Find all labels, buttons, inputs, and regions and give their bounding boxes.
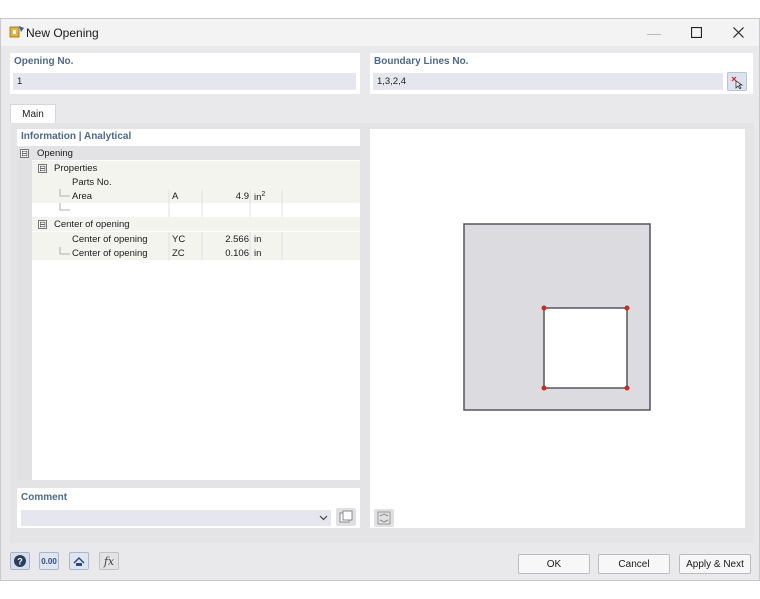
opening-no-label: Opening No. xyxy=(14,56,74,67)
new-opening-dialog: New Opening — Opening No. 1 Boundary Lin… xyxy=(0,18,760,581)
tab-main-label: Main xyxy=(22,109,44,120)
units-icon: 0.00 xyxy=(41,556,57,566)
pick-lines-button[interactable] xyxy=(727,72,747,91)
cancel-button[interactable]: Cancel xyxy=(598,554,670,574)
vertex-node xyxy=(624,305,630,311)
help-button[interactable]: ? xyxy=(10,552,30,570)
ok-button[interactable]: OK xyxy=(518,554,590,574)
apply-next-button[interactable]: Apply & Next xyxy=(679,554,751,574)
tree-gutter xyxy=(17,146,32,480)
close-icon xyxy=(732,27,744,38)
vertex-node xyxy=(624,385,630,391)
vertex-node xyxy=(541,305,547,311)
title-bar: New Opening — xyxy=(1,19,759,46)
opening-no-field[interactable]: 1 xyxy=(13,73,356,90)
close-button[interactable] xyxy=(717,19,759,46)
view-options-icon xyxy=(377,511,391,525)
units-button[interactable]: 0.00 xyxy=(39,552,59,570)
opening-shape xyxy=(543,307,628,389)
select-cursor-icon xyxy=(731,76,744,89)
opening-preview xyxy=(463,223,651,411)
tab-main[interactable]: Main xyxy=(10,104,56,124)
minimize-button[interactable]: — xyxy=(633,19,675,46)
svg-text:?: ? xyxy=(17,557,23,567)
display-button[interactable] xyxy=(69,552,89,570)
chevron-down-icon[interactable] xyxy=(319,515,328,521)
tree-row-opening[interactable]: ⊟ Opening xyxy=(17,146,360,160)
boundary-lines-field[interactable]: 1,3,2,4 xyxy=(373,73,723,90)
tree-label-opening: Opening xyxy=(37,148,73,159)
display-icon xyxy=(73,556,85,566)
tree-grid-lines xyxy=(59,189,283,261)
help-icon: ? xyxy=(14,555,26,567)
boundary-lines-label: Boundary Lines No. xyxy=(374,56,469,67)
comment-library-button[interactable] xyxy=(336,508,356,526)
copy-icon xyxy=(339,510,353,523)
formula-icon: fx xyxy=(103,554,115,568)
comment-label: Comment xyxy=(21,492,68,503)
collapse-icon[interactable]: ⊟ xyxy=(20,149,29,158)
vertex-node xyxy=(541,385,547,391)
info-title: Information | Analytical xyxy=(21,131,132,142)
maximize-button[interactable] xyxy=(675,19,717,46)
preview-settings-button[interactable] xyxy=(374,509,394,527)
window-title: New Opening xyxy=(26,26,99,40)
formula-button[interactable]: fx xyxy=(99,552,119,570)
preview-panel xyxy=(370,129,745,528)
maximize-icon xyxy=(690,27,702,38)
app-icon xyxy=(9,26,24,38)
comment-dropdown[interactable] xyxy=(21,510,331,526)
